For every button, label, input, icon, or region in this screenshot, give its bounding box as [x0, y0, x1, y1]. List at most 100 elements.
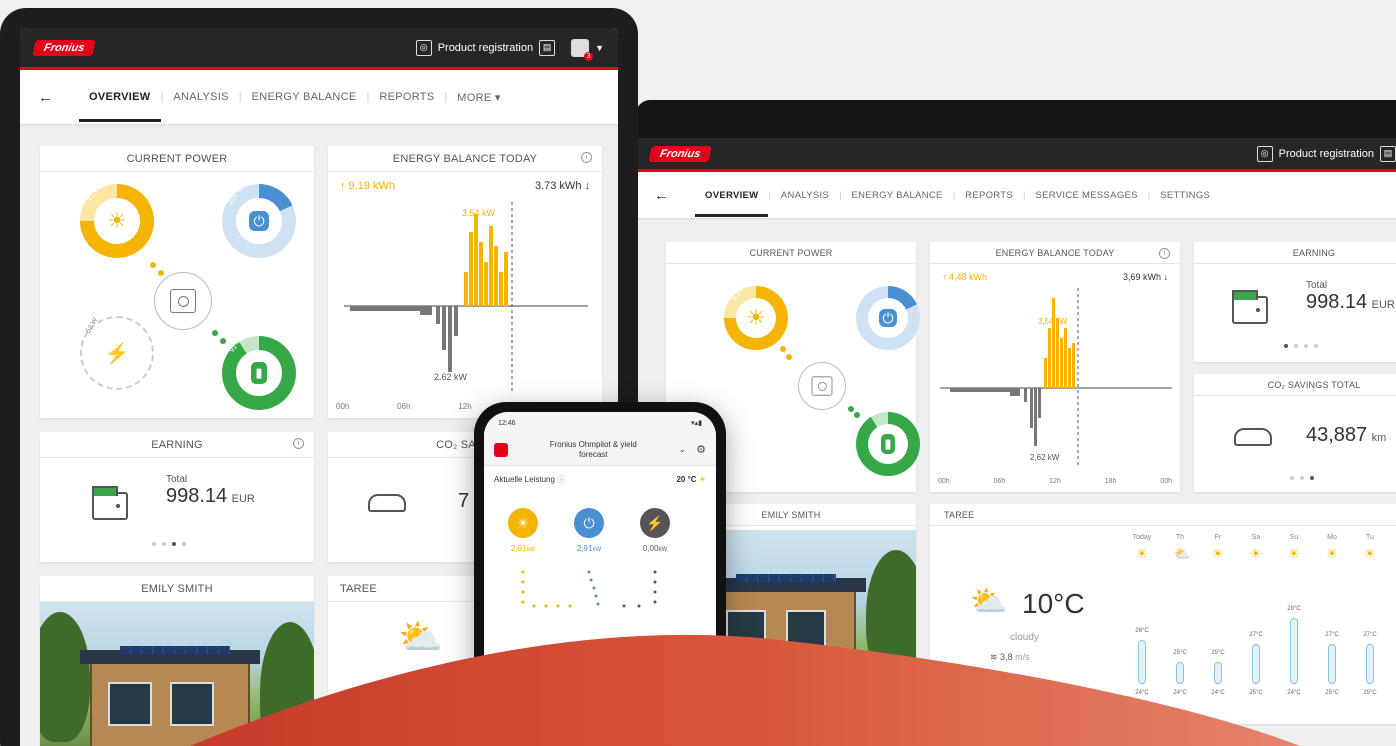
flow-dot — [150, 262, 156, 268]
forecast-high-temp: 28°C — [1287, 606, 1301, 612]
product-registration-link[interactable]: Product registration — [438, 42, 533, 54]
card-title: ENERGY BALANCE TODAY i — [328, 146, 602, 172]
tab-overview[interactable]: OVERVIEW — [695, 190, 769, 217]
pager-dot[interactable] — [1310, 476, 1314, 480]
x-tick: 18h — [1104, 478, 1117, 485]
laptop-energy-balance-card[interactable]: ENERGY BALANCE TODAY i ↑ 4,48 kWh 3,69 kW… — [930, 242, 1180, 492]
laptop-device: Fronius ◎ Product registration ▤ ← OVERV… — [636, 100, 1396, 746]
phone-flow-lines — [521, 570, 657, 608]
pager-dot[interactable] — [182, 542, 186, 546]
load-circle[interactable]: ⏻ — [574, 508, 604, 538]
autarky-gauge-icon — [494, 674, 516, 697]
co2-value: 7 — [458, 490, 470, 512]
card-title: TAREE — [930, 504, 1396, 526]
phone-title[interactable]: Fronius Ohmpilot & yield forecast — [508, 440, 679, 459]
fronius-logo[interactable]: Fronius — [648, 145, 713, 162]
product-registration-link[interactable]: Product registration — [1279, 148, 1374, 160]
tablet-energy-balance-card[interactable]: ENERGY BALANCE TODAY i ↑ 9.19 kWh 3.73 kW… — [328, 146, 602, 418]
tab-analysis[interactable]: ANALYSIS — [163, 91, 238, 103]
weather-title: TAREE — [340, 582, 377, 595]
fronius-logo[interactable]: Fronius — [32, 39, 97, 56]
chevron-down-icon[interactable]: ▼ — [595, 43, 604, 53]
pager-dot[interactable] — [1294, 344, 1298, 348]
x-tick: 00h — [336, 402, 350, 411]
laptop-weather-card[interactable]: TAREE ⛅ 10°C cloudy ≋ 3,8 m/s Today ☀ 26°C… — [930, 504, 1396, 724]
forecast-strip: Today ☀ 26°C 24°C Th ⛅ 25°C 24°C Fr ☀ 25°C 24°C Sa ☀ 2… — [1130, 534, 1396, 724]
forecast-day-label: Th — [1175, 534, 1185, 541]
gear-icon[interactable]: ⚙ — [696, 443, 706, 456]
chevron-down-icon[interactable]: ⌄ — [679, 444, 687, 455]
forecast-weather-icon: ☀ — [1288, 546, 1300, 561]
laptop-co2-card[interactable]: CO₂ SAVINGS TOTAL 43,887 km — [1194, 374, 1396, 492]
flow-dot — [786, 354, 792, 360]
grid-value: 0,00kW — [635, 544, 675, 553]
back-arrow-icon[interactable]: ← — [654, 187, 669, 204]
earning-value-group: Total 998.14 EUR — [166, 474, 255, 508]
co2-pager[interactable] — [1290, 476, 1314, 480]
pager-dot[interactable] — [152, 542, 156, 546]
back-arrow-icon[interactable]: ← — [38, 89, 53, 106]
app-logo-icon[interactable] — [494, 442, 508, 457]
tab-energy-balance[interactable]: ENERGY BALANCE — [842, 190, 953, 201]
car-icon — [368, 494, 406, 512]
pager-dot[interactable] — [172, 542, 176, 546]
wind-readout: ≋ 3,8 m/s — [990, 652, 1030, 663]
forecast-low-temp: 25°C — [1325, 690, 1339, 696]
tablet-profile-card[interactable]: EMILY SMITH — [40, 576, 314, 746]
pager-dot[interactable] — [1300, 476, 1304, 480]
info-icon[interactable]: i — [581, 152, 592, 163]
info-icon[interactable]: i — [293, 438, 304, 449]
energy-chart: 3.54 kW 2.62 kW — [344, 202, 588, 392]
energy-produced: ↑ 9.19 kWh — [340, 180, 396, 192]
forecast-high-temp: 26°C — [1135, 628, 1149, 634]
tablet-nav: ← OVERVIEW | ANALYSIS | ENERGY BALANCE |… — [20, 70, 618, 124]
pager-dot[interactable] — [162, 542, 166, 546]
pager-dot[interactable] — [1314, 344, 1318, 348]
tab-settings[interactable]: SETTINGS — [1150, 190, 1220, 201]
laptop-earning-card[interactable]: EARNING Total 998.14 EUR — [1194, 242, 1396, 362]
tab-energy-balance[interactable]: ENERGY BALANCE — [242, 91, 367, 103]
tab-reports[interactable]: REPORTS — [955, 190, 1023, 201]
plug-icon: ⏻ — [249, 211, 269, 231]
forecast-high-temp: 27°C — [1249, 632, 1263, 638]
pager-dot[interactable] — [1284, 344, 1288, 348]
tablet-current-power-card[interactable]: CURRENT POWER ☀ 4.13 kW ⏻ 200 W ⚡ 52 W ▮… — [40, 146, 314, 418]
phone-temp-group: 20 °C ☀ — [676, 475, 706, 484]
tab-overview[interactable]: OVERVIEW — [79, 91, 161, 122]
wind-speed: 3,8 — [1000, 652, 1013, 662]
earning-sub: Total — [1306, 280, 1328, 291]
forecast-low-temp: 24°C — [1287, 690, 1301, 696]
registration-icon[interactable]: ▤ — [539, 39, 556, 56]
cloud-sun-icon: ⛅ — [398, 616, 443, 657]
flow-dot — [212, 330, 218, 336]
co2-value: 43,887 — [1306, 424, 1368, 446]
info-icon[interactable]: i — [1159, 248, 1170, 259]
tab-service-messages[interactable]: SERVICE MESSAGES — [1025, 190, 1147, 201]
current-label-text: Aktuelle Leistung — [494, 474, 555, 484]
tab-reports[interactable]: REPORTS — [369, 91, 444, 103]
flow-dot — [780, 346, 786, 352]
tab-analysis[interactable]: ANALYSIS — [771, 190, 839, 201]
globe-icon[interactable]: ◎ — [1256, 145, 1273, 162]
user-avatar-icon[interactable]: 3 — [571, 38, 594, 61]
forecast-low-temp: 24°C — [1135, 690, 1149, 696]
autarky-row[interactable]: Autarkiegrad — [494, 670, 706, 700]
forecast-day-label: Mo — [1327, 534, 1337, 541]
earning-pager[interactable] — [1284, 344, 1318, 348]
flow-dot — [854, 412, 860, 418]
forecast-weather-icon: ⛅ — [1174, 546, 1191, 561]
registration-icon[interactable]: ▤ — [1380, 145, 1396, 162]
globe-icon[interactable]: ◎ — [415, 39, 432, 56]
forecast-temp-bar — [1252, 644, 1260, 684]
info-icon[interactable]: ⓘ — [557, 475, 565, 484]
card-title: ENERGY BALANCE TODAY i — [930, 242, 1180, 264]
grid-circle[interactable]: ⚡ — [640, 508, 670, 538]
peak-label: 3.54 kW — [462, 208, 496, 218]
pv-circle[interactable]: ☀ — [508, 508, 538, 538]
earning-pager[interactable] — [152, 542, 186, 546]
tab-more[interactable]: MORE ▾ — [447, 91, 510, 104]
pager-dot[interactable] — [1290, 476, 1294, 480]
tablet-earning-card[interactable]: EARNING i Total 998.14 EUR — [40, 432, 314, 562]
forecast-day-label: Tu — [1366, 534, 1374, 541]
pager-dot[interactable] — [1304, 344, 1308, 348]
